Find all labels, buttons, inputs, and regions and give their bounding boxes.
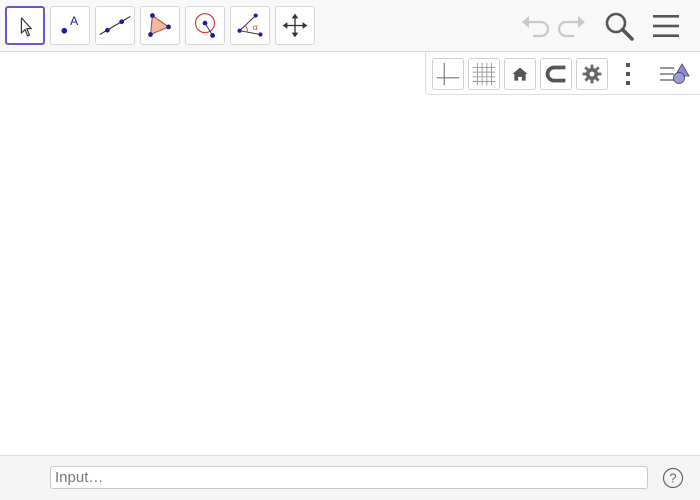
redo-button[interactable] [554, 8, 590, 44]
arrow-pointer-icon [20, 17, 32, 37]
undo-icon [522, 16, 550, 38]
style-bar [425, 52, 700, 95]
graphics-settings-button[interactable] [576, 58, 608, 90]
circle-tool-button[interactable] [185, 6, 225, 45]
angle-label: α [253, 22, 258, 32]
undo-button[interactable] [517, 8, 553, 44]
circle-center-point-icon [194, 13, 216, 38]
redo-icon [557, 16, 585, 38]
algebra-input-field[interactable] [50, 466, 648, 489]
search-icon [605, 12, 634, 41]
graphics-view[interactable] [0, 52, 700, 455]
more-vertical-icon [626, 63, 630, 85]
point-capturing-button[interactable] [540, 58, 572, 90]
grid-icon [472, 62, 496, 86]
polygon-tool-button[interactable] [140, 6, 180, 45]
gear-icon [582, 64, 602, 84]
search-button[interactable] [601, 8, 637, 44]
angle-tool-button[interactable]: α [230, 6, 270, 45]
move-graphics-tool-button[interactable] [275, 6, 315, 45]
magnet-icon [545, 65, 566, 83]
point-a-icon: A [61, 14, 79, 34]
help-icon[interactable]: ? [662, 467, 684, 489]
show-axes-button[interactable] [432, 58, 464, 90]
axes-icon [436, 62, 460, 86]
toolbar: A α [0, 0, 700, 52]
hamburger-menu-icon [653, 15, 679, 37]
main-menu-button[interactable] [648, 8, 684, 44]
angle-alpha-icon: α [237, 13, 263, 37]
toggle-style-bar-button[interactable] [658, 58, 690, 90]
four-way-arrows-icon [282, 13, 308, 38]
line-tool-button[interactable] [95, 6, 135, 45]
home-icon [512, 67, 528, 81]
standard-view-button[interactable] [504, 58, 536, 90]
show-grid-button[interactable] [468, 58, 500, 90]
input-bar: ? [0, 455, 700, 500]
move-tool-button[interactable] [5, 6, 45, 45]
toggle-style-bar-icon [660, 63, 690, 84]
point-label: A [70, 14, 79, 28]
point-tool-button[interactable]: A [50, 6, 90, 45]
more-options-button[interactable] [612, 58, 644, 90]
line-through-points-icon [99, 15, 131, 36]
help-label: ? [669, 471, 676, 486]
triangle-polygon-icon [148, 13, 171, 37]
